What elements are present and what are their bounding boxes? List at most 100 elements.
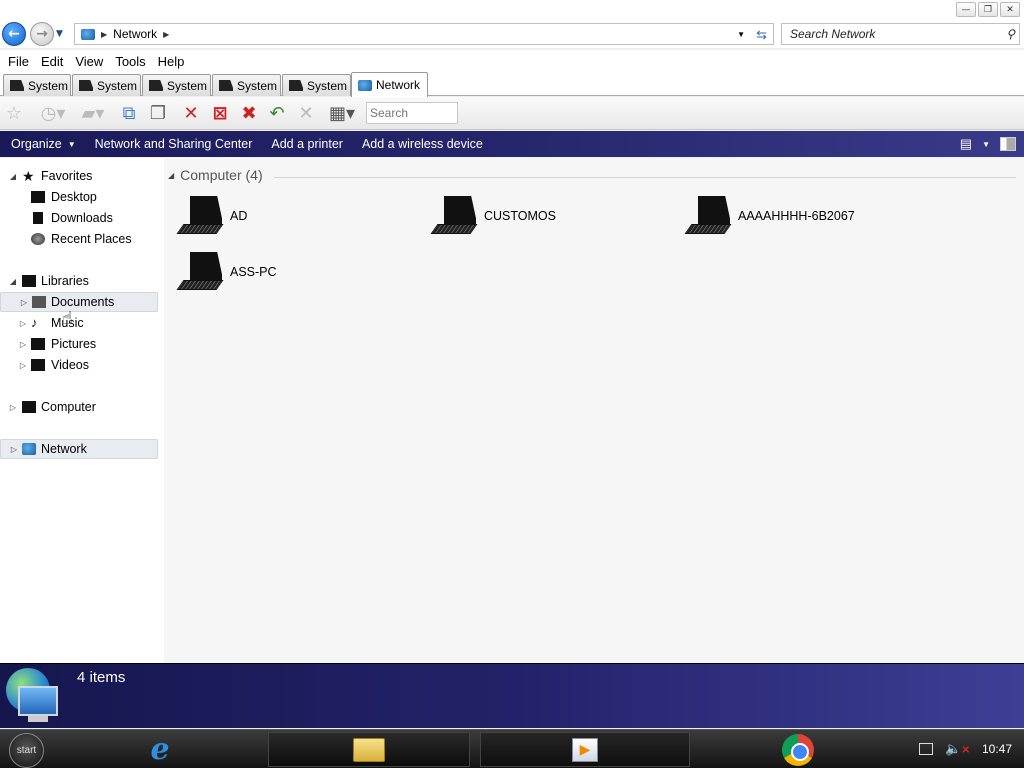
menu-tools[interactable]: Tools	[109, 54, 151, 69]
preview-pane-icon[interactable]	[1000, 137, 1016, 151]
breadcrumb-network[interactable]: Network	[113, 27, 157, 41]
disabled-close-icon[interactable]: ✕	[293, 102, 319, 124]
expand-arrow-icon[interactable]: ▷	[9, 445, 19, 454]
star-icon: ★	[22, 168, 35, 184]
expand-arrow-icon[interactable]: ▷	[8, 403, 18, 412]
computer-name: CUSTOMOS	[484, 209, 556, 223]
menu-view[interactable]: View	[69, 54, 109, 69]
computer-name: AD	[230, 209, 248, 223]
computer-item[interactable]: AAAAHHHH-6B2067	[684, 194, 855, 238]
computer-item[interactable]: ASS-PC	[176, 250, 277, 294]
system-icon	[10, 80, 24, 91]
search-input[interactable]: Search Network ⚲	[781, 23, 1020, 45]
menu-file[interactable]: File	[2, 54, 35, 69]
refresh-icon[interactable]: ⇆	[756, 27, 767, 43]
menu-edit[interactable]: Edit	[35, 54, 69, 69]
organize-label: Organize	[11, 137, 62, 151]
taskbar-chrome-button[interactable]	[778, 732, 818, 767]
item-count: 4 items	[77, 669, 126, 686]
history-clock-icon[interactable]: ◷▾	[36, 102, 70, 124]
nav-music[interactable]: ▷ ♪ Music	[0, 313, 158, 333]
tab-network[interactable]: Network	[351, 72, 428, 97]
breadcrumb-separator-icon[interactable]: ▶	[163, 30, 169, 39]
expand-arrow-icon[interactable]: ▷	[18, 340, 28, 349]
nav-favorites[interactable]: ◢ ★ Favorites	[0, 166, 158, 186]
tab-system-4[interactable]: System	[212, 74, 281, 96]
clock[interactable]: 10:47	[982, 742, 1012, 756]
organize-button[interactable]: Organize ▼	[0, 137, 84, 151]
restore-button[interactable]: ❐	[978, 2, 998, 17]
nav-downloads[interactable]: Downloads	[0, 208, 158, 228]
search-icon[interactable]: ⚲	[1006, 27, 1015, 41]
view-options-icon[interactable]: ▦▾	[325, 102, 359, 124]
window-controls: — ❐ ✕	[956, 2, 1020, 17]
taskbar-media-button[interactable]: ▶	[480, 732, 690, 767]
tab-label: Network	[376, 78, 421, 92]
address-dropdown-icon[interactable]: ▼	[737, 30, 745, 39]
nav-desktop-label: Desktop	[51, 190, 97, 204]
drive-icon[interactable]: ▰▾	[76, 102, 110, 124]
favorite-star-icon[interactable]: ☆	[2, 102, 26, 124]
close-all-tabs-icon[interactable]: ✖	[236, 102, 262, 124]
tab-strip: System System System System System Netwo…	[0, 72, 1024, 97]
nav-desktop[interactable]: Desktop	[0, 187, 158, 207]
folder-icon	[353, 737, 385, 762]
add-printer-button[interactable]: Add a printer	[260, 137, 351, 151]
network-sharing-center-button[interactable]: Network and Sharing Center	[84, 137, 261, 151]
taskbar-explorer-button[interactable]	[268, 732, 470, 767]
add-wireless-device-button[interactable]: Add a wireless device	[351, 137, 491, 151]
tab-system-1[interactable]: System	[3, 74, 71, 96]
cascade-windows-icon[interactable]: ❐	[145, 102, 171, 124]
tab-label: System	[167, 78, 208, 93]
volume-muted-icon[interactable]: 🔈✕	[945, 741, 970, 757]
group-divider	[274, 177, 1016, 178]
computer-item[interactable]: CUSTOMOS	[430, 194, 556, 238]
tab-system-5[interactable]: System	[282, 74, 351, 96]
back-button[interactable]: ←	[2, 22, 26, 46]
start-button[interactable]: start	[9, 733, 44, 768]
nav-documents-label: Documents	[51, 295, 115, 309]
collapse-arrow-icon[interactable]: ◢	[8, 172, 18, 181]
nav-recent-places[interactable]: Recent Places	[0, 229, 158, 249]
videos-icon	[31, 359, 45, 371]
collapse-arrow-icon[interactable]: ◢	[8, 277, 18, 286]
new-window-icon[interactable]: ⧉	[116, 102, 142, 124]
group-header-computer[interactable]: ◢ Computer (4)	[168, 167, 263, 183]
expand-arrow-icon[interactable]: ▷	[18, 361, 28, 370]
breadcrumb-separator-icon[interactable]: ▶	[101, 30, 107, 39]
nav-pictures[interactable]: ▷ Pictures	[0, 334, 158, 354]
nav-videos-label: Videos	[51, 358, 89, 372]
forward-button[interactable]: →	[30, 22, 54, 46]
nav-videos[interactable]: ▷ Videos	[0, 355, 158, 375]
close-button[interactable]: ✕	[1000, 2, 1020, 17]
system-tray: 🔈✕ 10:47	[919, 741, 1012, 757]
action-center-icon[interactable]	[919, 743, 934, 755]
nav-libraries[interactable]: ◢ Libraries	[0, 271, 158, 291]
collapse-group-icon[interactable]: ◢	[168, 171, 174, 180]
expand-arrow-icon[interactable]: ▷	[18, 319, 28, 328]
expand-arrow-icon[interactable]: ▷	[19, 298, 29, 307]
internet-explorer-icon[interactable]: e	[140, 732, 180, 767]
view-dropdown-icon[interactable]: ▼	[982, 140, 990, 149]
close-tab-icon[interactable]: ✕	[179, 102, 203, 124]
toolbar-search-input[interactable]: Search	[366, 102, 458, 124]
tab-system-3[interactable]: System	[142, 74, 211, 96]
network-icon	[358, 79, 372, 91]
computer-item[interactable]: AD	[176, 194, 248, 238]
network-icon	[22, 443, 36, 455]
nav-computer[interactable]: ▷ Computer	[0, 397, 158, 417]
recent-pages-button[interactable]: ▼	[56, 29, 63, 39]
minimize-button[interactable]: —	[956, 2, 976, 17]
tab-system-2[interactable]: System	[72, 74, 141, 96]
menu-help[interactable]: Help	[152, 54, 191, 69]
computer-name: AAAAHHHH-6B2067	[738, 209, 855, 223]
undo-close-icon[interactable]: ↶	[264, 102, 290, 124]
desktop-icon	[31, 191, 45, 203]
network-icon	[81, 28, 95, 40]
change-view-icon[interactable]: ▤	[960, 136, 972, 152]
forward-arrow-icon: →	[36, 26, 48, 42]
nav-network[interactable]: ▷ Network	[0, 439, 158, 459]
nav-documents[interactable]: ▷ Documents	[0, 292, 158, 312]
close-other-tabs-icon[interactable]: ⊠	[207, 102, 233, 124]
address-bar[interactable]: ▶ Network ▶ ▼ ⇆	[74, 23, 774, 45]
